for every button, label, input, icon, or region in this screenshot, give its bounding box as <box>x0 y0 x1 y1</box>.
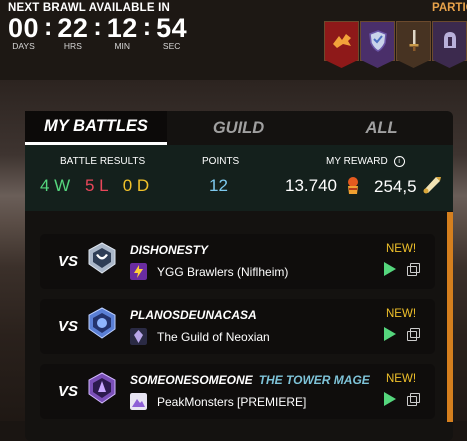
my-reward-label: MY REWARD i <box>326 156 405 167</box>
participant-banner[interactable] <box>432 21 467 61</box>
battle-row[interactable]: VS DISHONESTY YGG Brawlers (Niflheim) NE… <box>40 234 435 289</box>
guild-mountain-icon <box>130 393 147 410</box>
vs-label: VS <box>58 383 79 400</box>
copy-icon[interactable] <box>407 393 420 406</box>
copy-icon[interactable] <box>407 328 420 341</box>
vs-label: VS <box>58 318 79 335</box>
battle-results: 4 W 5 L 0 D <box>40 176 149 196</box>
timer-separator: : <box>142 13 152 41</box>
opponent-name-text: DISHONESTY <box>130 243 209 257</box>
tab-all[interactable]: ALL <box>310 111 453 145</box>
dragon-icon <box>332 34 351 48</box>
opponent-name-text: PLANOSDEUNACASA <box>130 308 257 322</box>
battle-row[interactable]: VS PLANOSDEUNACASA The Guild of Neoxian … <box>40 299 435 354</box>
new-badge: NEW! <box>386 373 417 385</box>
guild-name[interactable]: PeakMonsters [PREMIERE] <box>157 395 306 409</box>
guild-crystal-icon <box>130 328 147 345</box>
battles-panel: MY BATTLES GUILD ALL BATTLE RESULTS POIN… <box>25 111 453 441</box>
vs-label: VS <box>58 253 79 270</box>
timer-minutes-value: 12 <box>106 13 138 43</box>
participants-label: PARTIC <box>432 2 467 14</box>
shield-icon <box>368 30 387 52</box>
stats-bar: BATTLE RESULTS POINTS MY REWARD i 4 W 5 L… <box>25 145 453 211</box>
participant-banner[interactable] <box>360 21 395 61</box>
timer-minutes: 12 MIN <box>107 14 138 51</box>
battle-results-label: BATTLE RESULTS <box>60 156 146 167</box>
my-reward-text: MY REWARD <box>326 156 388 167</box>
helmet-icon <box>443 32 456 48</box>
points-value: 12 <box>209 176 228 195</box>
points-label: POINTS <box>202 156 240 167</box>
opponent-name: SOMEONESOMEONE THE TOWER MAGE <box>130 373 370 387</box>
panel-accent-edge <box>447 212 453 422</box>
new-badge: NEW! <box>386 243 417 255</box>
opponent-name-text: SOMEONESOMEONE <box>130 373 253 387</box>
guild-name[interactable]: The Guild of Neoxian <box>157 330 270 344</box>
sps-reward-value: 254,5 <box>374 177 417 196</box>
play-icon[interactable] <box>384 392 396 406</box>
opponent-emblem-icon <box>88 242 116 274</box>
scroll-icon <box>423 177 441 194</box>
opponent-name: DISHONESTY <box>130 243 214 257</box>
timer-days-label: DAYS <box>12 41 35 51</box>
wins-count: 4 W <box>40 176 71 195</box>
battle-row[interactable]: VS SOMEONESOMEONE THE TOWER MAGE PeakMons… <box>40 364 435 419</box>
opponent-emblem-icon <box>88 307 116 339</box>
timer-separator: : <box>93 13 102 41</box>
battle-tabs: MY BATTLES GUILD ALL <box>25 111 453 145</box>
guild-name[interactable]: YGG Brawlers (Niflheim) <box>157 265 288 279</box>
play-icon[interactable] <box>384 262 396 276</box>
copy-icon[interactable] <box>407 263 420 276</box>
timer-days-value: 00 <box>8 13 40 43</box>
timer-seconds-label: SEC <box>162 41 181 51</box>
opponent-title: THE TOWER MAGE <box>258 373 370 387</box>
guild-lightning-icon <box>130 263 147 280</box>
tab-guild[interactable]: GUILD <box>167 111 310 145</box>
opponent-name: PLANOSDEUNACASA <box>130 308 263 322</box>
timer-hours: 22 HRS <box>57 14 88 51</box>
new-badge: NEW! <box>386 308 417 320</box>
timer-days: 00 DAYS <box>8 14 39 51</box>
participant-banner[interactable] <box>324 21 359 61</box>
timer-seconds: 54 SEC <box>156 14 187 51</box>
timer-separator: : <box>44 13 53 41</box>
timer-seconds-value: 54 <box>156 13 188 43</box>
timer-minutes-label: MIN <box>114 41 131 51</box>
play-icon[interactable] <box>384 327 396 341</box>
losses-count: 5 L <box>84 176 108 195</box>
tab-my-battles[interactable]: MY BATTLES <box>25 111 167 145</box>
opponent-emblem-icon <box>88 372 116 404</box>
timer-hours-label: HRS <box>63 41 82 51</box>
merits-icon <box>348 177 358 194</box>
info-icon[interactable]: i <box>393 156 405 167</box>
merits-reward-value: 13.740 <box>285 176 337 195</box>
brawl-countdown: 00 DAYS : 22 HRS : 12 MIN : 54 SEC <box>8 14 187 51</box>
sword-icon <box>409 30 418 51</box>
timer-hours-value: 22 <box>57 13 89 43</box>
participant-banner[interactable] <box>396 21 431 61</box>
draws-count: 0 D <box>122 176 150 195</box>
